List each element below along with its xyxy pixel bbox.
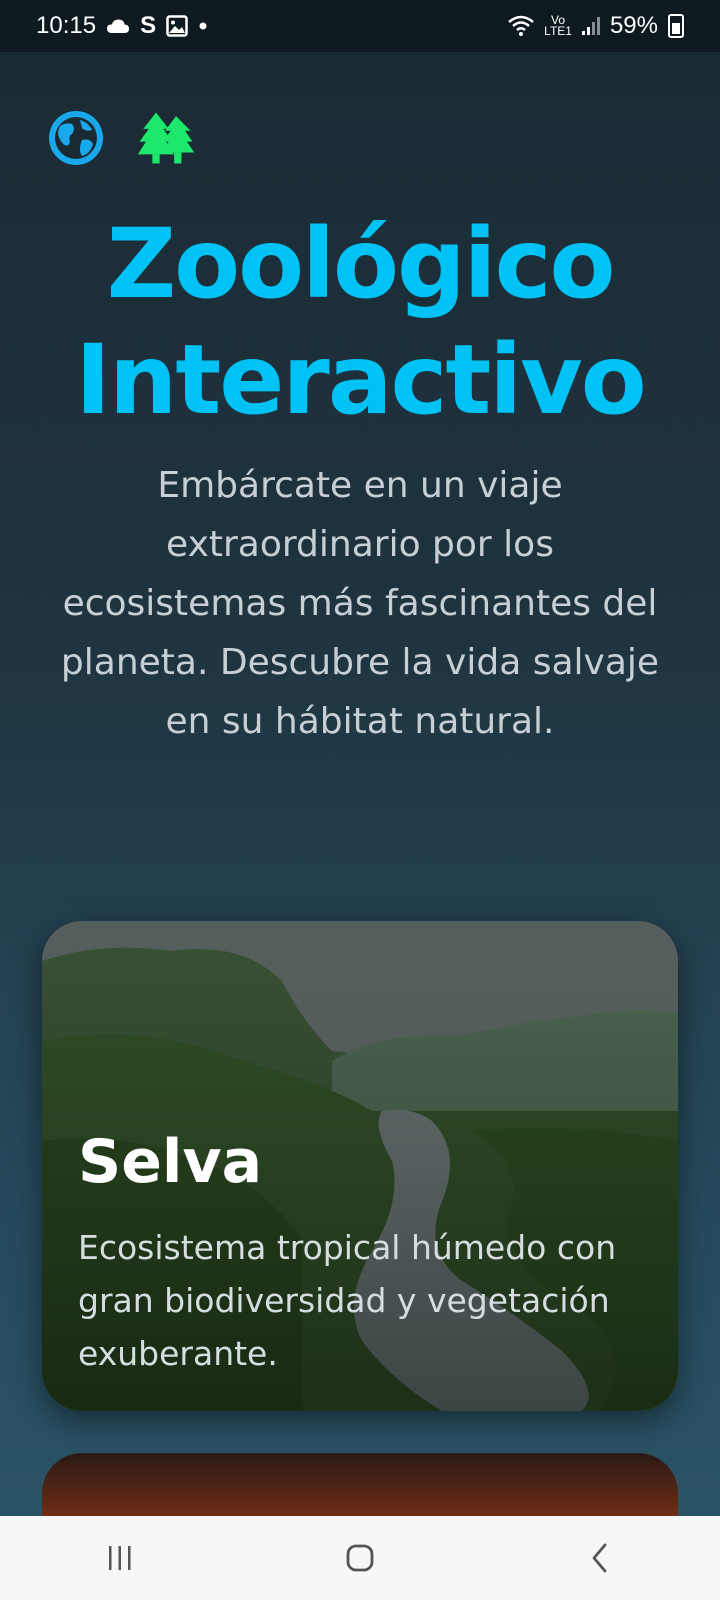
home-icon	[346, 1544, 374, 1572]
cloud-icon	[107, 19, 130, 33]
trees-icon[interactable]	[136, 108, 196, 168]
dot-icon	[199, 22, 207, 30]
card-description: Ecosistema tropical húmedo con gran biod…	[78, 1228, 617, 1373]
page-title: Zoológico Interactivo	[75, 208, 646, 436]
system-nav-bar	[0, 1516, 720, 1600]
status-left: 10:15 S	[36, 12, 208, 40]
back-icon	[592, 1543, 607, 1573]
status-right: Vo LTE1 59%	[508, 12, 684, 40]
image-notification-icon	[166, 15, 188, 37]
s-notification-icon: S	[140, 12, 157, 39]
status-time: 10:15	[36, 12, 97, 39]
volte-indicator: Vo LTE1	[544, 13, 572, 38]
hero-description: Embárcate en un viaje extraordinario por…	[60, 465, 660, 742]
home-button[interactable]	[330, 1533, 390, 1583]
battery-percent: 59%	[609, 12, 658, 39]
battery-icon	[668, 14, 684, 38]
signal-icon	[581, 17, 600, 35]
ecosystem-card-selva[interactable]: Selva Ecosistema tropical húmedo con gra…	[42, 921, 678, 1411]
recents-button[interactable]	[90, 1533, 150, 1583]
wifi-icon	[508, 15, 534, 36]
back-button[interactable]	[570, 1533, 630, 1583]
globe-icon[interactable]	[46, 108, 106, 168]
recents-icon	[109, 1546, 131, 1570]
header-icons	[46, 108, 196, 168]
card-title: Selva	[78, 1127, 263, 1197]
status-bar: 10:15 S Vo LTE1 59%	[0, 0, 720, 52]
